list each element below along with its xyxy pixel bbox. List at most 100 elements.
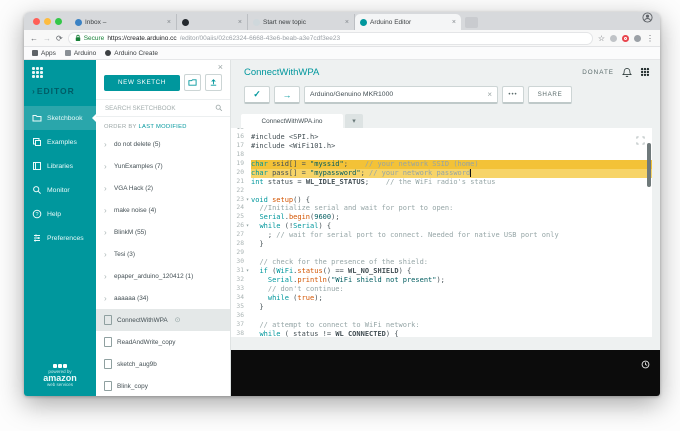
search-input[interactable]: [103, 104, 212, 113]
fold-caret-icon[interactable]: ▾: [244, 267, 251, 276]
sidebar-item-label: Help: [47, 211, 61, 218]
board-selector[interactable]: Arduino/Genuino MKR1000 ×: [304, 86, 498, 104]
address-bar[interactable]: Secure https://create.arduino.cc /editor…: [68, 32, 593, 45]
upload-sketch-button[interactable]: [205, 74, 222, 91]
donate-link[interactable]: DONATE: [582, 69, 614, 76]
window-controls: [24, 12, 70, 30]
browser-tab[interactable]: Inbox –×: [70, 14, 177, 30]
code-line[interactable]: 34 while (true);: [231, 294, 652, 303]
sketch-list-item[interactable]: ›VGA Hack (2): [96, 177, 230, 199]
browser-tab[interactable]: ×: [177, 14, 248, 30]
sketch-list-item[interactable]: Blink_copy: [96, 375, 230, 396]
new-sketch-button[interactable]: NEW SKETCH: [104, 75, 180, 91]
sketch-list-item[interactable]: ›epaper_arduino_120412 (1): [96, 265, 230, 287]
close-tab-icon[interactable]: ×: [452, 19, 456, 26]
browser-tab[interactable]: Start new topic×: [248, 14, 355, 30]
reload-button[interactable]: ⟳: [56, 34, 63, 43]
line-number: 24: [231, 204, 244, 213]
sketch-list-item[interactable]: sketch_aug9b: [96, 353, 230, 375]
sketch-list-item[interactable]: ReadAndWrite_copy: [96, 331, 230, 353]
code-line[interactable]: 32 Serial.println("WiFi shield not prese…: [231, 276, 652, 285]
code-line[interactable]: 37 // attempt to connect to WiFi network…: [231, 321, 652, 330]
code-line[interactable]: 20char pass[] = "mypassword"; // your ne…: [231, 169, 652, 178]
code-line[interactable]: 18: [231, 151, 652, 160]
code-line[interactable]: 17#include <WiFi101.h>: [231, 142, 652, 151]
line-number: 33: [231, 285, 244, 294]
code-line[interactable]: 19char ssid[] = "myssid"; // your networ…: [231, 160, 652, 169]
fold-caret-icon[interactable]: ▾: [244, 222, 251, 231]
code-line[interactable]: 24 //Initialize serial and wait for port…: [231, 204, 652, 213]
sketch-list-item[interactable]: ›aaaaaa (34): [96, 287, 230, 309]
sketch-list-item[interactable]: ConnectWithWPA⊙: [96, 309, 230, 331]
sketch-list-item[interactable]: ›make noise (4): [96, 199, 230, 221]
bookmark-item[interactable]: Apps: [32, 50, 56, 57]
code-line[interactable]: 21int status = WL_IDLE_STATUS; // the Wi…: [231, 178, 652, 187]
extension-icon[interactable]: [610, 35, 617, 42]
close-tab-icon[interactable]: ×: [238, 19, 242, 26]
sidebar-item-libraries[interactable]: Libraries: [24, 154, 96, 178]
back-button[interactable]: ←: [30, 34, 38, 43]
clear-board-icon[interactable]: ×: [487, 90, 492, 99]
close-tab-icon[interactable]: ×: [167, 19, 171, 26]
file-tab-caret-button[interactable]: ▾: [345, 114, 363, 128]
code-line[interactable]: 23▾void setup() {: [231, 196, 652, 205]
code-line[interactable]: 26▾ while (!Serial) {: [231, 222, 652, 231]
fold-gutter: [244, 231, 251, 240]
profile-icon[interactable]: [642, 12, 653, 28]
forward-button[interactable]: →: [43, 34, 51, 43]
code-editor[interactable]: 1516#include <SPI.h>17#include <WiFi101.…: [231, 128, 652, 337]
code-line[interactable]: 25 Serial.begin(9600);: [231, 213, 652, 222]
code-line[interactable]: 38 while ( status != WL_CONNECTED) {: [231, 330, 652, 337]
console-clock-icon[interactable]: [641, 356, 650, 374]
sidebar-item-monitor[interactable]: Monitor: [24, 178, 96, 202]
share-button[interactable]: SHARE: [528, 86, 572, 104]
import-sketch-button[interactable]: [184, 74, 201, 91]
code-line[interactable]: 30 // check for the presence of the shie…: [231, 258, 652, 267]
browser-tab[interactable]: Arduino Editor×: [355, 14, 461, 30]
code-line[interactable]: 31▾ if (WiFi.status() == WL_NO_SHIELD) {: [231, 267, 652, 276]
code-line[interactable]: 35 }: [231, 303, 652, 312]
new-tab-button[interactable]: [465, 17, 478, 28]
fold-gutter: [244, 240, 251, 249]
close-tab-icon[interactable]: ×: [345, 19, 349, 26]
bookmark-item[interactable]: Arduino: [65, 50, 96, 57]
apps-grid-icon[interactable]: [32, 67, 43, 78]
sidebar-item-sketchbook[interactable]: Sketchbook: [24, 106, 96, 130]
bookmark-star-icon[interactable]: ☆: [598, 34, 605, 43]
minimize-window-button[interactable]: [44, 18, 51, 25]
code-line[interactable]: 36: [231, 312, 652, 321]
extension-icon[interactable]: [622, 35, 629, 42]
sketch-list-item[interactable]: ›BlinkM (55): [96, 221, 230, 243]
sketch-list: ›do not delete (5)›YunExamples (7)›VGA H…: [96, 133, 230, 396]
browser-menu-icon[interactable]: ⋮: [646, 34, 654, 43]
text-cursor: [470, 169, 471, 177]
code-line[interactable]: 27 ; // wait for serial port to connect.…: [231, 231, 652, 240]
sidebar-item-examples[interactable]: Examples: [24, 130, 96, 154]
chevron-right-icon: ›: [104, 294, 109, 303]
notifications-bell-icon[interactable]: [622, 67, 632, 78]
more-options-button[interactable]: •••: [502, 86, 524, 104]
close-panel-icon[interactable]: ×: [218, 63, 223, 71]
fold-caret-icon[interactable]: ▾: [244, 196, 251, 205]
zoom-window-button[interactable]: [55, 18, 62, 25]
code-line[interactable]: 33 // don't continue:: [231, 285, 652, 294]
sketch-list-item[interactable]: ›YunExamples (7): [96, 155, 230, 177]
upload-button[interactable]: →: [274, 86, 300, 104]
code-line[interactable]: 29: [231, 249, 652, 258]
sidebar-item-help[interactable]: ?Help: [24, 202, 96, 226]
sketch-list-item[interactable]: ›Tesi (3): [96, 243, 230, 265]
close-window-button[interactable]: [33, 18, 40, 25]
editor-scrollbar[interactable]: [647, 143, 651, 187]
sketch-list-item[interactable]: ›do not delete (5): [96, 133, 230, 155]
code-line[interactable]: 16#include <SPI.h>: [231, 133, 652, 142]
code-line[interactable]: 28 }: [231, 240, 652, 249]
fullscreen-icon[interactable]: [636, 132, 645, 150]
file-tab[interactable]: ConnectWithWPA.ino: [241, 114, 343, 128]
bookmark-item[interactable]: Arduino Create: [105, 50, 158, 57]
code-line[interactable]: 22: [231, 187, 652, 196]
order-by[interactable]: ORDER BY LAST MODIFIED: [104, 124, 222, 130]
extension-icon[interactable]: [634, 35, 641, 42]
sidebar-item-preferences[interactable]: Preferences: [24, 226, 96, 250]
verify-button[interactable]: ✓: [244, 86, 270, 104]
arduino-apps-grid-icon[interactable]: [640, 67, 650, 77]
